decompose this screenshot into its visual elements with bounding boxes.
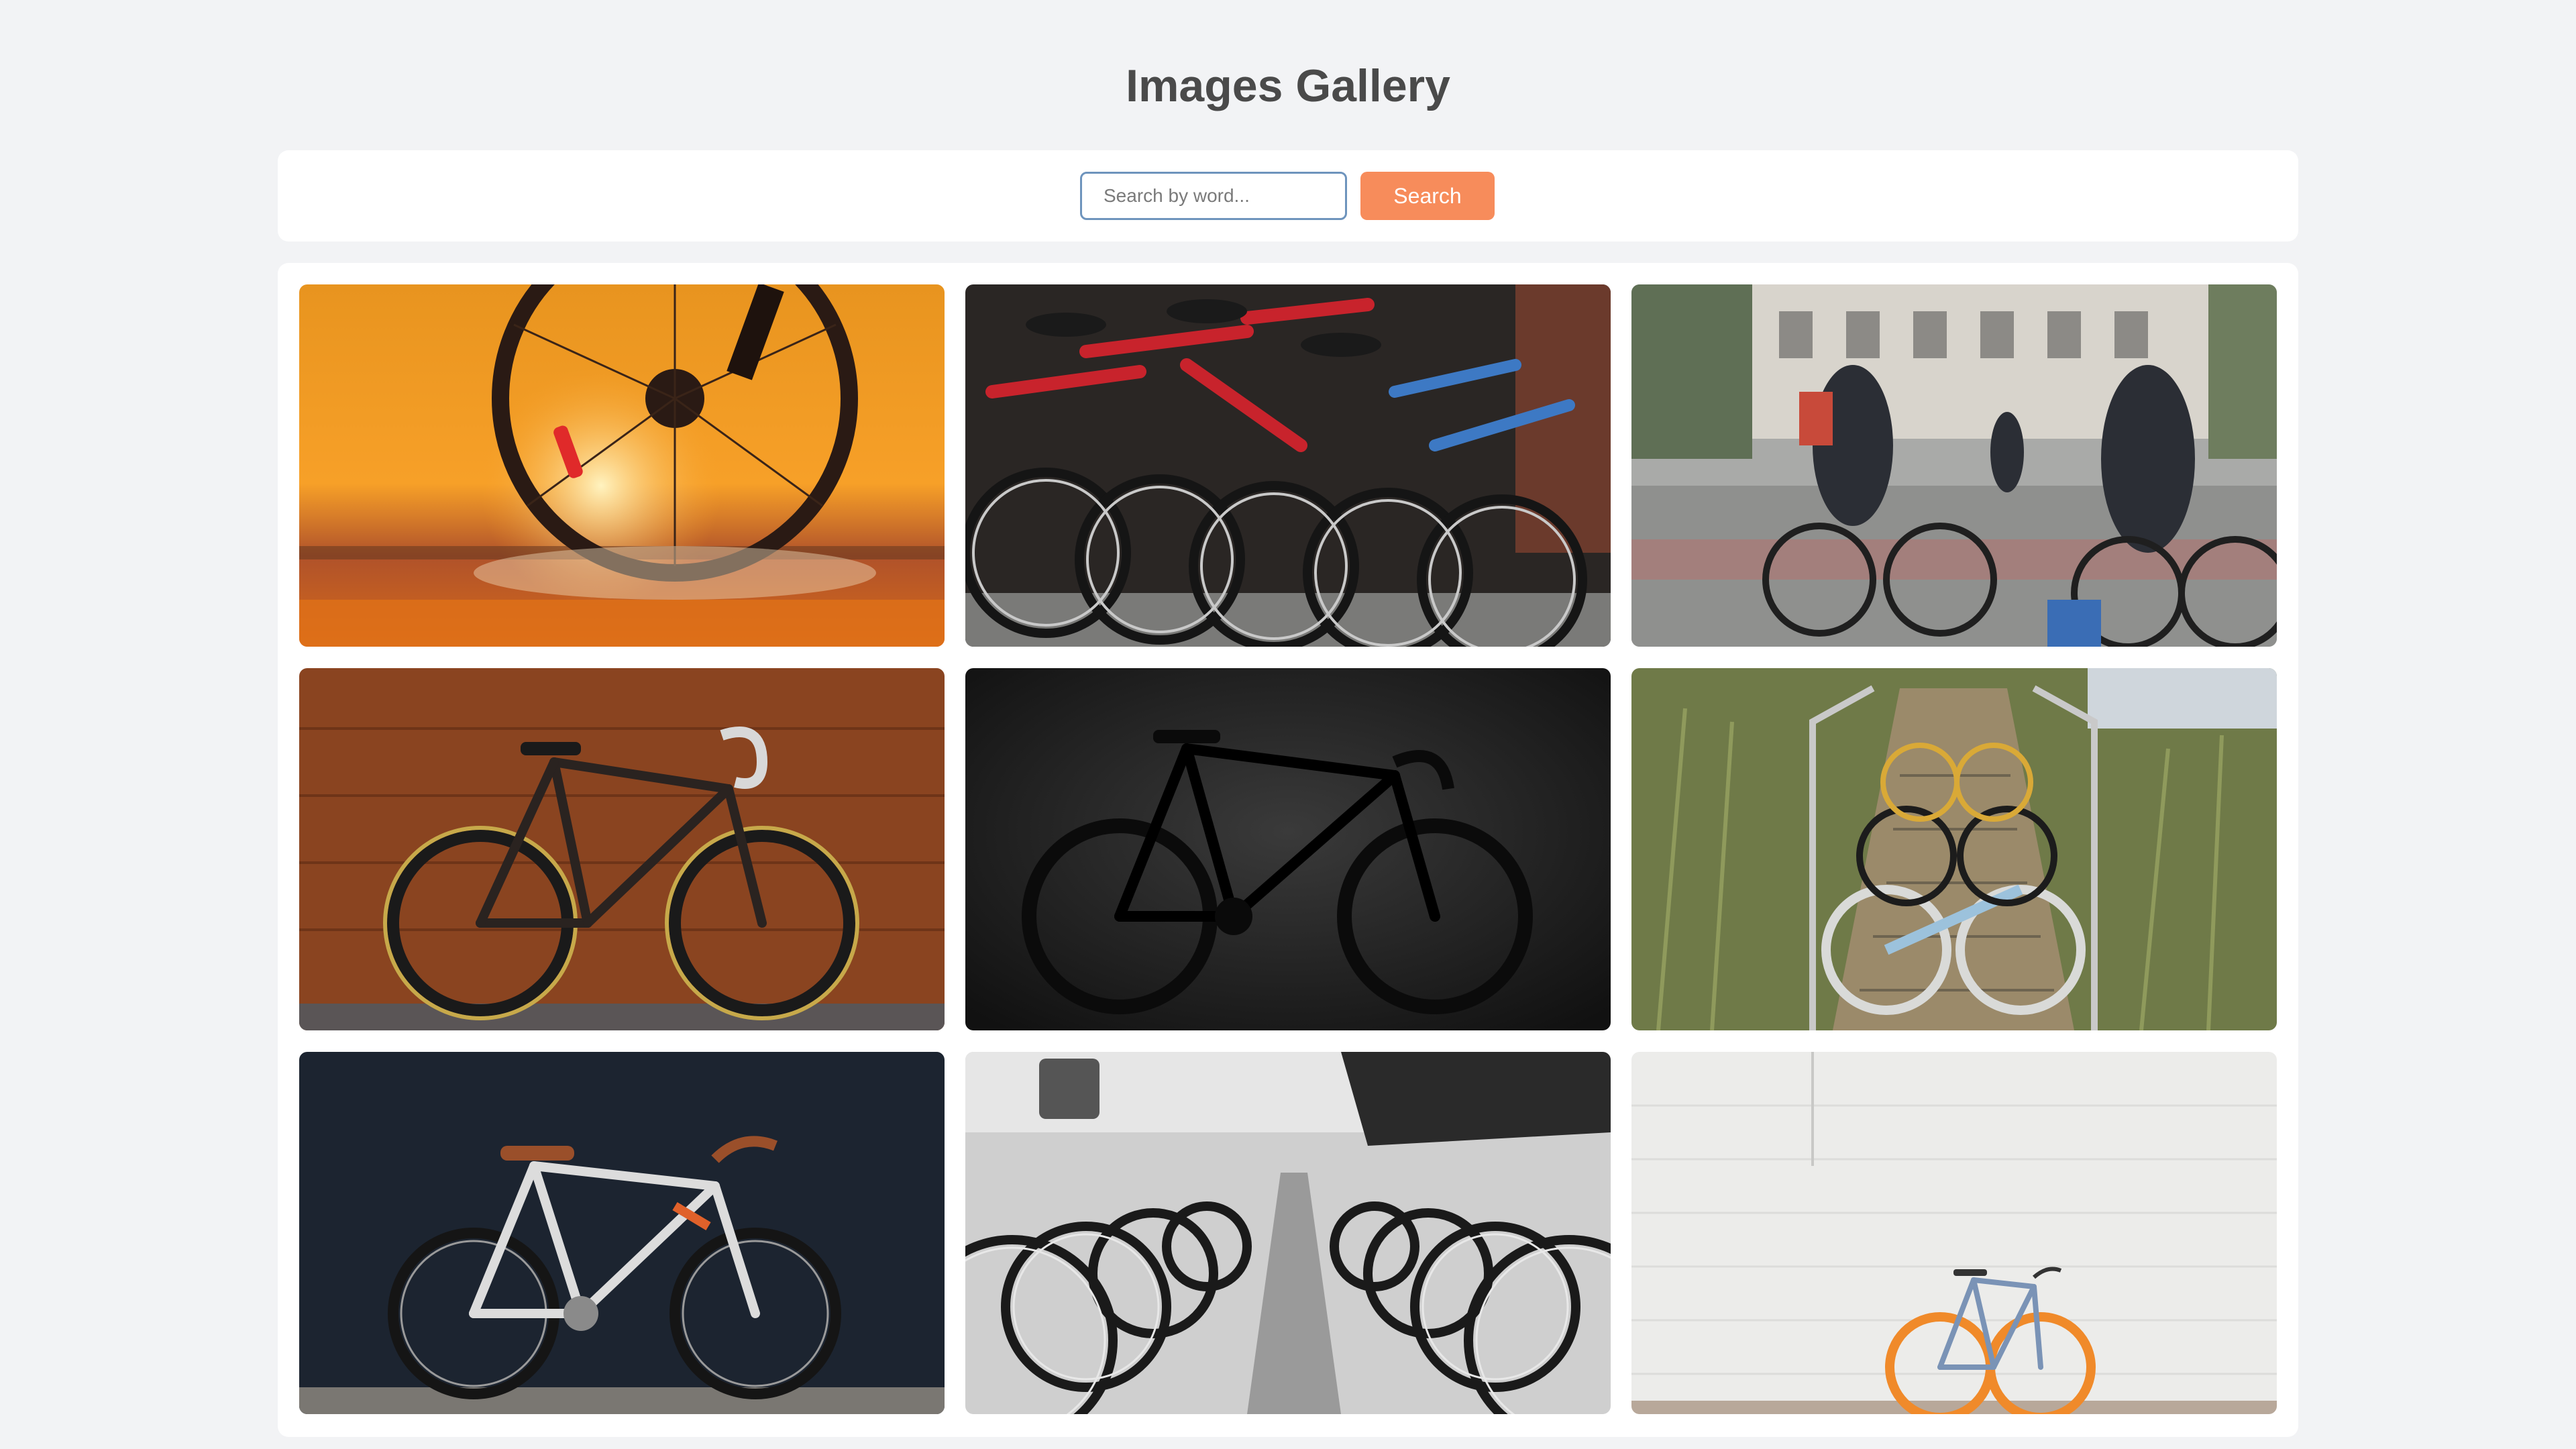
page-title: Images Gallery — [1126, 60, 1450, 111]
gallery-image-1[interactable] — [299, 284, 945, 647]
gallery-image-5[interactable] — [965, 668, 1611, 1030]
gallery-image-9[interactable] — [1631, 1052, 2277, 1414]
gallery-image-4[interactable] — [299, 668, 945, 1030]
page: Images Gallery Search — [0, 0, 2576, 1449]
search-bar: Search — [278, 150, 2298, 241]
gallery-image-2[interactable] — [965, 284, 1611, 647]
gallery-image-7[interactable] — [299, 1052, 945, 1414]
gallery-image-6[interactable] — [1631, 668, 2277, 1030]
gallery-image-8[interactable] — [965, 1052, 1611, 1414]
gallery-image-3[interactable] — [1631, 284, 2277, 647]
search-button[interactable]: Search — [1360, 172, 1495, 220]
search-input[interactable] — [1080, 172, 1347, 220]
image-grid — [278, 263, 2298, 1437]
